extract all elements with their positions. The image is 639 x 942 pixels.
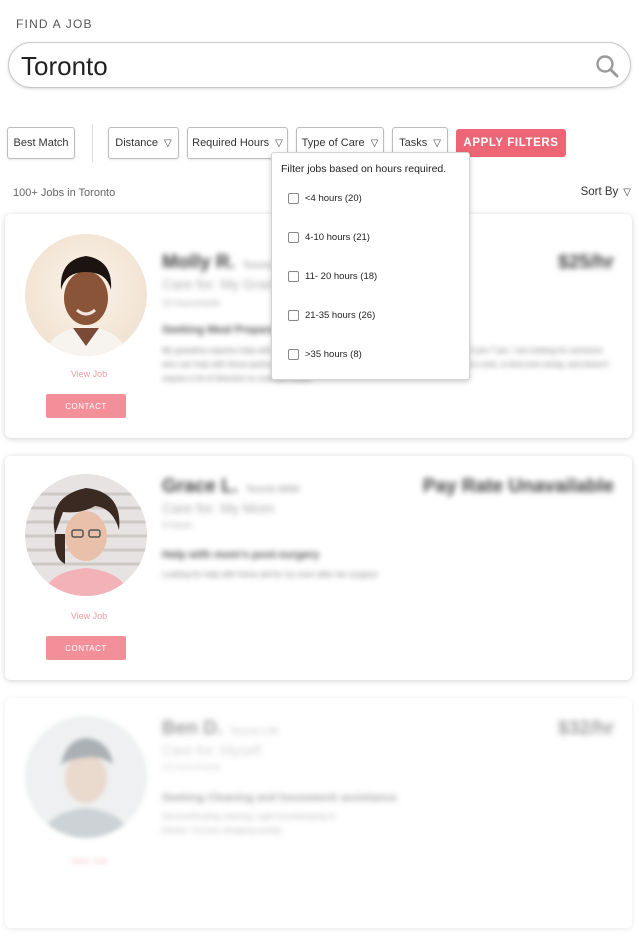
checkbox[interactable] — [288, 232, 299, 243]
option-label: 4-10 hours (21) — [305, 232, 370, 243]
care-for: Care for: Myself — [162, 742, 261, 758]
required-hours-dropdown: Filter jobs based on hours required. <4 … — [271, 152, 470, 380]
job-details: Ben D. Toronto L3K Care for: Myself 10 ho… — [5, 698, 632, 928]
search-icon[interactable] — [594, 53, 620, 79]
hours-option[interactable]: 11- 20 hours (18) — [288, 271, 377, 282]
chevron-down-icon: ▽ — [623, 186, 631, 198]
best-match-button[interactable]: Best Match — [7, 127, 75, 159]
distance-filter[interactable]: Distance ▽ — [108, 127, 179, 159]
type-of-care-label: Type of Care — [301, 137, 365, 149]
care-for: Care for: My Mom — [162, 500, 275, 516]
hours-option[interactable]: <4 hours (20) — [288, 193, 362, 204]
pay-rate: $32/hr — [558, 718, 614, 739]
option-label: 11- 20 hours (18) — [305, 271, 378, 282]
page-heading: FIND A JOB — [16, 17, 93, 31]
tasks-label: Tasks — [399, 137, 428, 149]
dropdown-title: Filter jobs based on hours required. — [281, 163, 447, 175]
search-input[interactable] — [21, 51, 581, 81]
job-name: Molly R. Toronto — [162, 252, 273, 273]
chevron-down-icon: ▽ — [370, 137, 379, 149]
search-bar[interactable] — [8, 42, 631, 88]
best-match-label: Best Match — [13, 137, 69, 149]
checkbox[interactable] — [288, 349, 299, 360]
job-card[interactable]: View Job Ben D. Toronto L3K Care for: Mys… — [5, 698, 632, 928]
option-label: 21-35 hours (26) — [305, 310, 376, 321]
results-count: 100+ Jobs in Toronto — [13, 187, 116, 199]
pay-rate: Pay Rate Unavailable — [422, 476, 614, 497]
chevron-down-icon: ▽ — [275, 137, 283, 149]
job-subtitle: Seeking Cleaning and housework assistanc… — [162, 792, 397, 804]
job-name: Grace L. Toronto M9W — [162, 476, 300, 497]
hours-option[interactable]: >35 hours (8) — [288, 349, 362, 360]
job-details: Grace L. Toronto M9W Care for: My Mom 3 h… — [5, 456, 632, 680]
checkbox[interactable] — [288, 310, 299, 321]
sort-by-label: Sort By — [580, 186, 619, 198]
distance-label: Distance — [115, 137, 159, 149]
required-hours-label: Required Hours — [192, 137, 270, 149]
chevron-down-icon: ▽ — [433, 137, 441, 149]
pay-rate: $25/hr — [558, 252, 614, 273]
chevron-down-icon: ▽ — [164, 137, 172, 149]
hours-option[interactable]: 4-10 hours (21) — [288, 232, 370, 243]
option-label: <4 hours (20) — [305, 193, 362, 204]
job-location: Toronto L3K — [230, 726, 279, 736]
job-hours: 3 hours — [162, 520, 193, 530]
job-card[interactable]: View Job CONTACT Grace L. Toronto M9W Car… — [5, 456, 632, 680]
apply-filters-button[interactable]: APPLY FILTERS — [456, 129, 566, 157]
job-description: Looking for help with home aid for my mo… — [162, 570, 379, 579]
job-location: Toronto — [242, 260, 273, 270]
job-name: Ben D. Toronto L3K — [162, 718, 279, 739]
checkbox[interactable] — [288, 271, 299, 282]
job-hours: 10 hours/week — [162, 762, 221, 772]
checkbox[interactable] — [288, 193, 299, 204]
hours-option[interactable]: 21-35 hours (26) — [288, 310, 375, 321]
job-hours: 10 hours/week — [162, 298, 221, 308]
sort-by-dropdown[interactable]: Sort By ▽ — [581, 186, 631, 198]
option-label: >35 hours (8) — [305, 349, 362, 360]
job-location: Toronto M9W — [246, 484, 300, 494]
job-description: Vacuum/Dusting cleaning. Light housekeep… — [162, 812, 335, 835]
job-subtitle: Help with mom's post-surgery — [162, 549, 320, 561]
filter-divider — [92, 124, 93, 162]
